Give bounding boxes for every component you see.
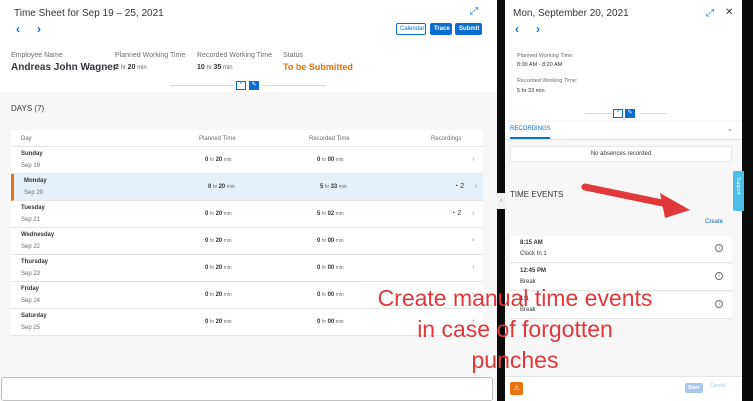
annotation-line-2: in case of forgotten xyxy=(417,316,613,342)
annotation-text: Create manual time events in case of for… xyxy=(340,283,690,376)
screen: Time Sheet for Sep 19 – 25, 2021 ‹ › ⤢ C… xyxy=(0,0,753,401)
annotation-line-3: punches xyxy=(471,347,559,373)
annotation-line-1: Create manual time events xyxy=(377,285,653,311)
